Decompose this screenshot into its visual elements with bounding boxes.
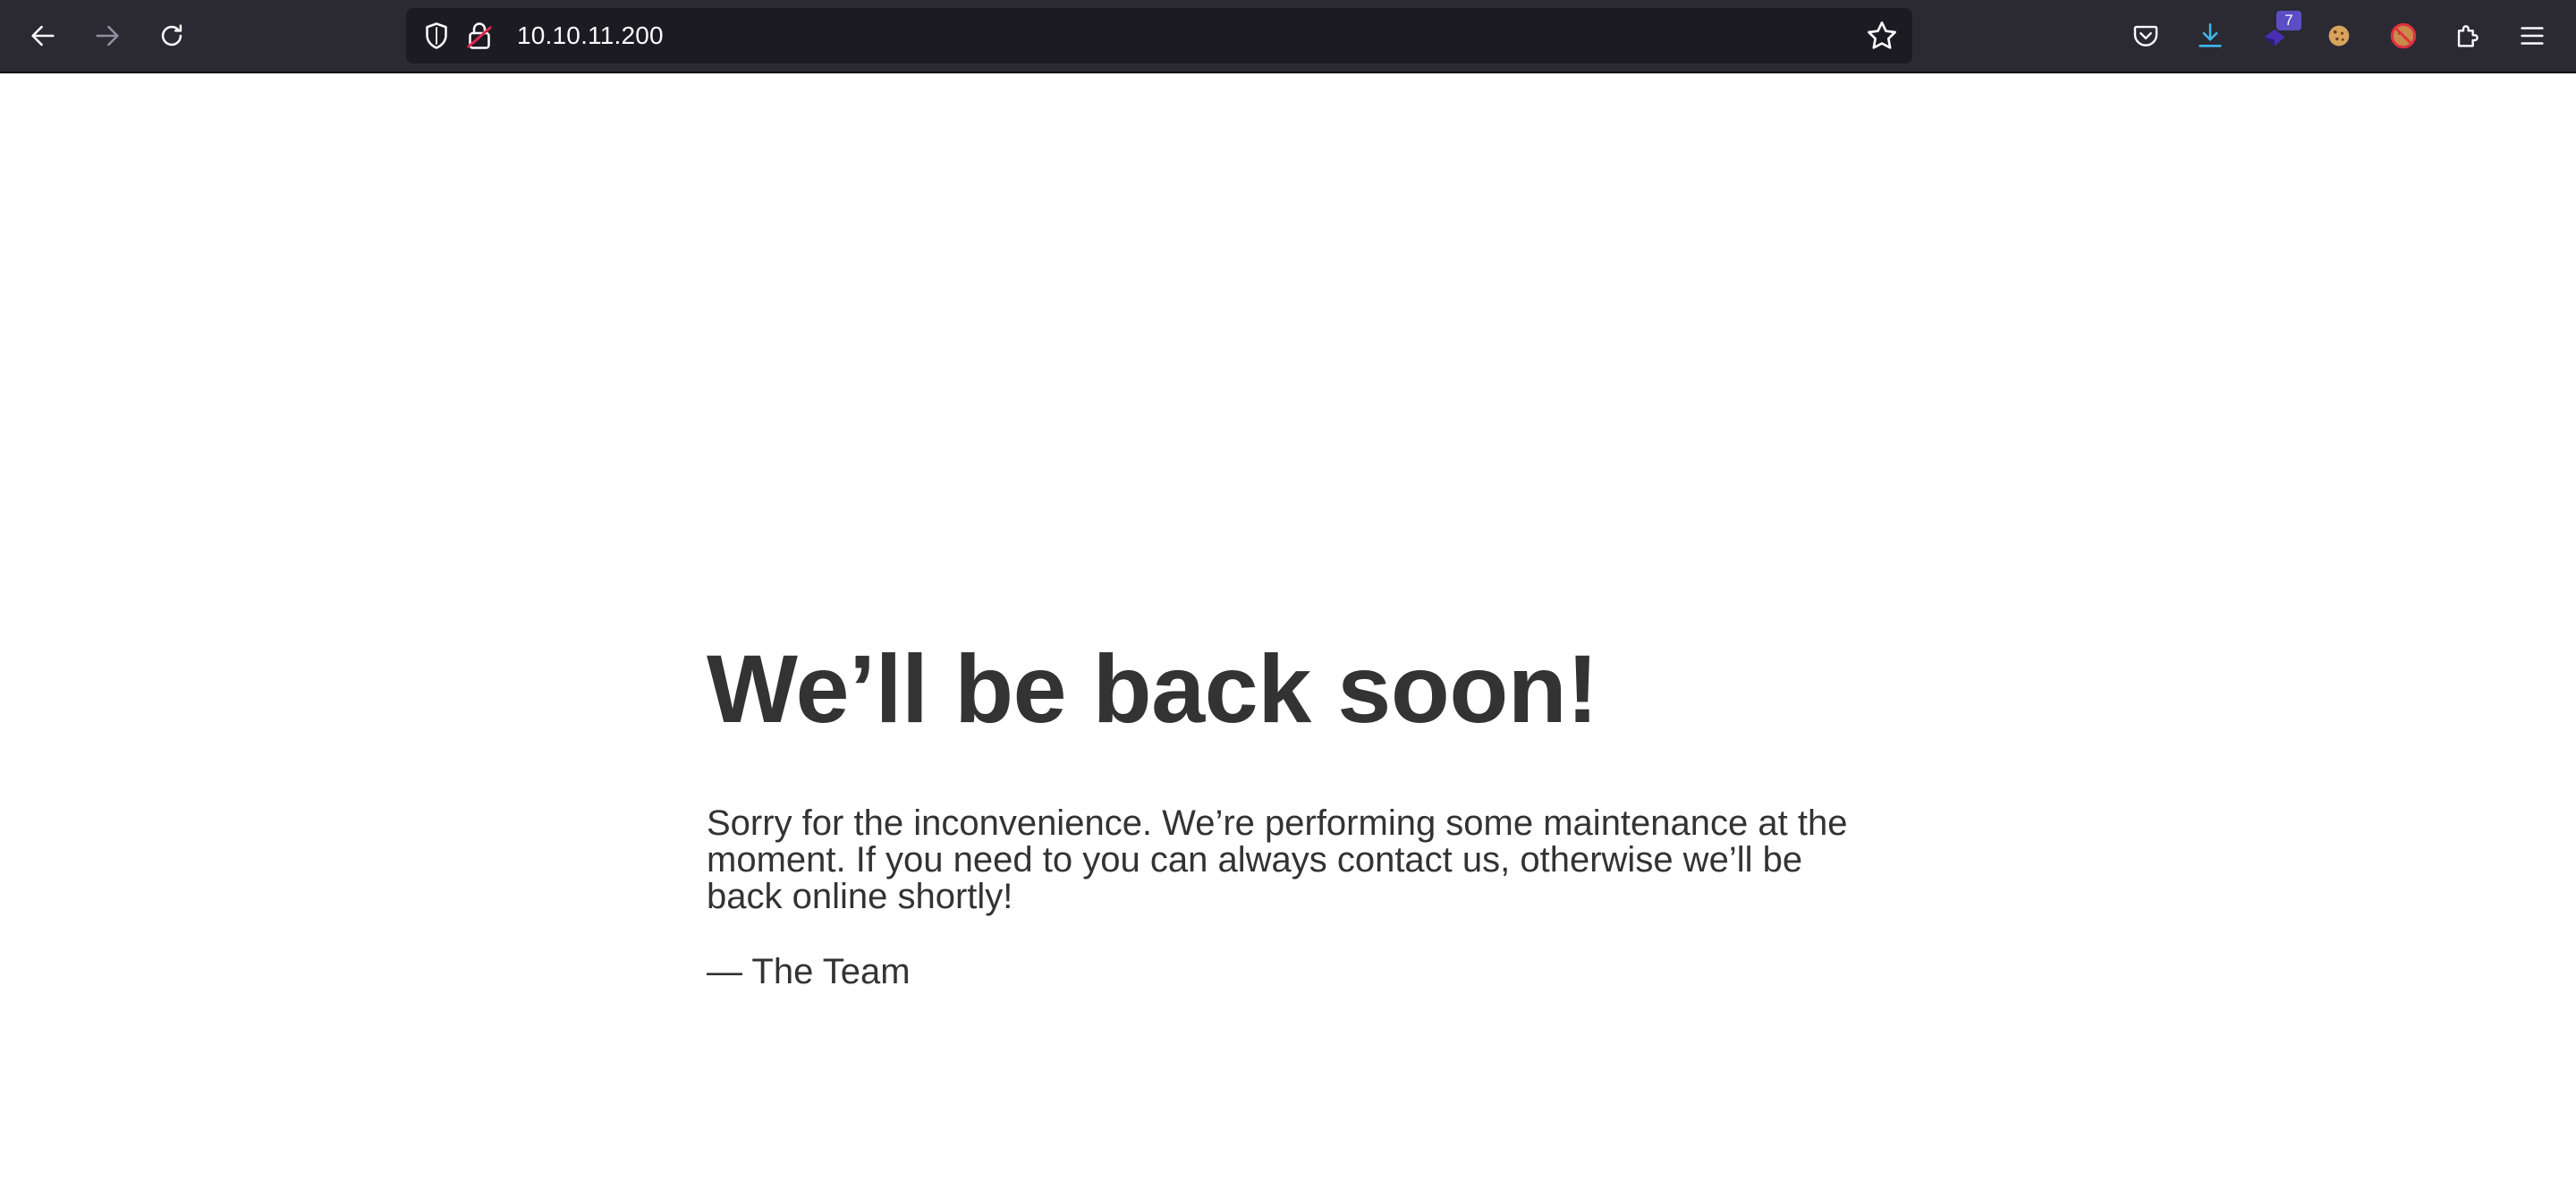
signature: — The Team <box>707 952 911 991</box>
browser-toolbar: 10.10.11.200 7 <box>0 0 2576 73</box>
back-button[interactable] <box>21 14 64 57</box>
downloads-button[interactable] <box>2189 14 2232 57</box>
back-arrow-icon <box>31 25 55 47</box>
extension-badge: 7 <box>2276 11 2301 30</box>
extensions-puzzle-icon <box>2457 25 2479 47</box>
download-icon <box>2199 22 2222 47</box>
address-bar[interactable]: 10.10.11.200 <box>406 8 1912 64</box>
pocket-icon <box>2133 25 2158 47</box>
reload-icon <box>161 24 182 47</box>
extension-button-1[interactable]: 7 <box>2253 11 2301 57</box>
maintenance-message: Sorry for the inconvenience. We’re perfo… <box>707 803 1848 916</box>
bookmark-star-icon[interactable] <box>1864 18 1900 54</box>
tracking-protection-shield-icon[interactable] <box>420 20 453 52</box>
extension-button-2[interactable] <box>2318 14 2360 57</box>
pocket-button[interactable] <box>2124 14 2167 57</box>
insecure-lock-icon[interactable] <box>463 20 496 52</box>
maintenance-article: We’ll be back soon! Sorry for the inconv… <box>707 626 1887 991</box>
extensions-button[interactable] <box>2446 14 2489 57</box>
hamburger-menu-icon <box>2521 27 2544 45</box>
reload-button[interactable] <box>150 14 193 57</box>
forward-arrow-icon <box>96 25 119 47</box>
forward-button[interactable] <box>86 14 129 57</box>
url-text[interactable]: 10.10.11.200 <box>517 8 664 64</box>
menu-button[interactable] <box>2511 14 2554 57</box>
page-heading: We’ll be back soon! <box>707 634 1598 743</box>
extension-button-3[interactable] <box>2382 14 2425 57</box>
extension-cookie-blocked-icon <box>2390 22 2417 49</box>
cookie-icon <box>2328 25 2350 47</box>
